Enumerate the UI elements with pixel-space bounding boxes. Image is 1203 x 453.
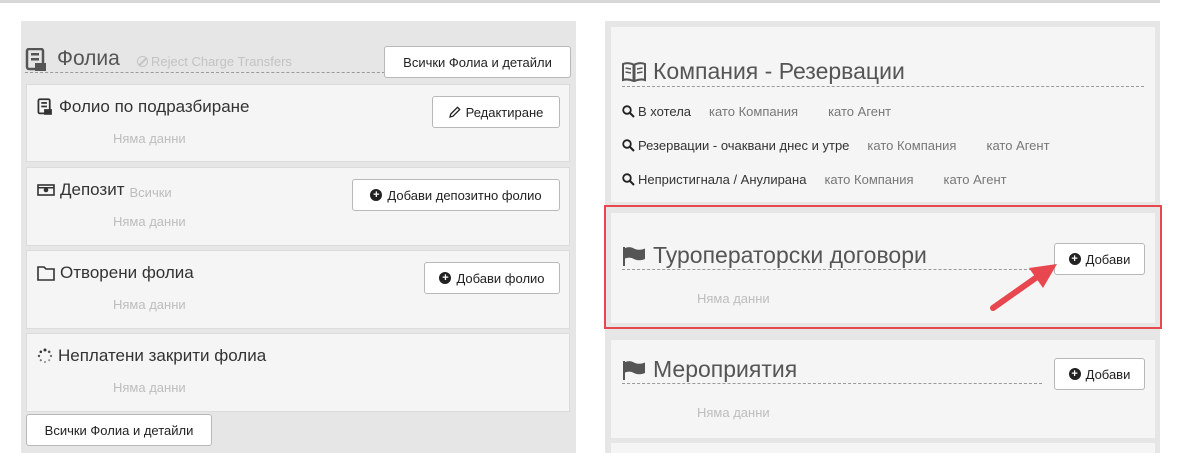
- add-event-button[interactable]: + Добави: [1054, 358, 1145, 390]
- company-reservations-section: Компания - Резервации В хотела като Комп…: [611, 27, 1155, 202]
- edit-button[interactable]: Редактиране: [432, 96, 560, 128]
- row-label[interactable]: Резервации - очаквани днес и утре: [638, 138, 849, 153]
- add-deposit-folio-button[interactable]: + Добави депозитно фолио: [352, 179, 560, 211]
- as-agent-link[interactable]: като Агент: [828, 104, 891, 119]
- empty-text: Няма данни: [113, 380, 186, 395]
- card-title: Отворени фолиа: [60, 263, 194, 282]
- folio-icon: [37, 98, 54, 116]
- all-folios-button[interactable]: Всички Фолиа и детайли: [384, 46, 571, 78]
- folio-header: Фолиа Reject Charge Transfers: [25, 45, 405, 73]
- as-company-link[interactable]: като Компания: [867, 138, 956, 153]
- row-no-show-cancelled: Непристигнала / Анулирана като Компания …: [622, 172, 1007, 187]
- empty-text: Няма данни: [113, 297, 186, 312]
- events-section: Мероприятия + Добави Няма данни: [611, 340, 1155, 438]
- plus-circle-icon: +: [1068, 368, 1081, 380]
- as-company-link[interactable]: като Компания: [824, 172, 913, 187]
- deposit-card: Депозит Всички + Добави депозитно фолио …: [26, 167, 570, 246]
- folio-icon: [25, 47, 49, 77]
- next-section-edge: [611, 443, 1155, 453]
- folder-icon: [37, 265, 55, 281]
- events-title: Мероприятия: [653, 356, 798, 382]
- search-icon: [622, 173, 635, 186]
- default-folio-card: Фолио по подразбиране Редактиране Няма д…: [26, 84, 570, 162]
- folio-panel: Фолиа Reject Charge Transfers Всички Фол…: [21, 21, 576, 453]
- flag-icon: [622, 360, 646, 380]
- empty-text: Няма данни: [113, 131, 186, 146]
- add-folio-button[interactable]: + Добави фолио: [424, 262, 560, 294]
- book-icon: [622, 61, 646, 82]
- pencil-icon: [448, 106, 461, 118]
- row-label[interactable]: Непристигнала / Анулирана: [638, 172, 806, 187]
- row-expected-reservations: Резервации - очаквани днес и утре като К…: [622, 138, 1050, 153]
- unpaid-closed-folios-card: Неплатени закрити фолиа Няма данни: [26, 333, 570, 412]
- row-in-hotel: В хотела като Компания като Агент: [622, 104, 891, 119]
- highlight-box: [604, 205, 1162, 329]
- card-title: Депозит: [60, 180, 125, 199]
- open-folios-card: Отворени фолиа + Добави фолио Няма данни: [26, 250, 570, 329]
- spinner-icon: [37, 348, 53, 364]
- card-subtitle: Всички: [129, 184, 172, 200]
- folio-title: Фолиа: [57, 47, 120, 70]
- card-title: Фолио по подразбиране: [59, 97, 250, 116]
- empty-text: Няма данни: [697, 405, 770, 420]
- top-divider: [0, 0, 1160, 3]
- card-title: Неплатени закрити фолиа: [58, 346, 267, 365]
- money-icon: [37, 183, 55, 197]
- as-company-link[interactable]: като Компания: [709, 104, 798, 119]
- folio-subtitle: Reject Charge Transfers: [137, 54, 292, 69]
- company-title: Компания - Резервации: [653, 58, 905, 84]
- ban-icon: [137, 56, 148, 67]
- empty-text: Няма данни: [113, 214, 186, 229]
- row-label[interactable]: В хотела: [638, 104, 691, 119]
- plus-circle-icon: +: [370, 189, 383, 201]
- all-folios-bottom-button[interactable]: Всички Фолиа и детайли: [26, 414, 212, 446]
- pointer-arrow-icon: [985, 260, 1065, 320]
- search-icon: [622, 139, 635, 152]
- as-agent-link[interactable]: като Агент: [986, 138, 1049, 153]
- search-icon: [622, 105, 635, 118]
- plus-circle-icon: +: [439, 272, 452, 284]
- as-agent-link[interactable]: като Агент: [944, 172, 1007, 187]
